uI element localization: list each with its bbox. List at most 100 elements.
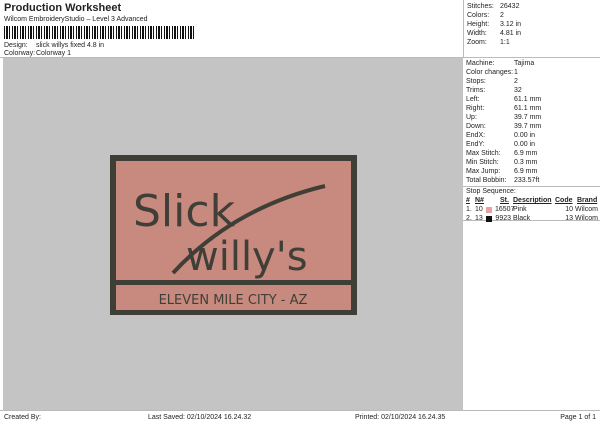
detail-key: Total Bobbin: [466,177,507,184]
col-header: # [466,197,470,204]
detail-row: Stops: 2 [466,78,518,87]
detail-value: 61.1 mm [514,105,542,112]
detail-row: Trims: 32 [466,87,522,96]
detail-key: Up: [466,114,477,121]
printed-date: Printed: 02/10/2024 16.24.35 [355,414,446,421]
embroidery-patch: Slick willy's ELEVEN MILE CITY - AZ [110,155,357,315]
colorway-label: Colorway: [4,50,36,57]
page-title: Production Worksheet [4,2,122,14]
thread-description: Black [513,215,531,222]
colorway-value: Colorway 1 [36,50,72,57]
col-header: Description [513,197,552,204]
design-value: slick willys fixed 4.8 in [36,42,105,49]
detail-key: Down: [466,123,486,130]
detail-row: Max Jump: 6.9 mm [466,168,537,177]
worksheet-header: Production Worksheet Wilcom EmbroiderySt… [0,0,463,58]
footer: Created By: Last Saved: 02/10/2024 16.24… [0,410,600,424]
detail-row: EndY: 0.00 in [466,141,535,150]
thread-code: 13 [565,215,573,222]
stop-sequence: Stop Sequence: # N# St. Description Code… [463,186,600,222]
col-header: Brand [577,197,598,204]
thread-brand: Wilcom [575,215,598,222]
created-by: Created By: [4,414,41,421]
detail-key: Max Jump: [466,168,501,175]
thread-code: 10 [565,206,573,213]
detail-key: EndY: [466,141,485,148]
patch-text-slick: Slick [133,186,236,237]
summary-row: Zoom: 1:1 [467,39,510,46]
detail-value: 39.7 mm [514,123,542,130]
summary-value: 1:1 [500,39,510,46]
detail-key: Machine: [466,60,495,67]
design-label: Design: [4,42,28,49]
patch-text-willys: willy's [186,234,308,280]
thread-description: Pink [513,206,527,213]
summary-key: Stitches: [467,3,494,10]
summary-value: 26432 [500,3,520,10]
design-preview: Slick willy's ELEVEN MILE CITY - AZ [3,58,463,410]
summary-value: 4.81 in [500,30,522,37]
software-name: Wilcom EmbroideryStudio – Level 3 Advanc… [4,16,148,23]
summary-row: Stitches: 26432 [467,3,519,10]
detail-value: 32 [514,87,522,94]
thread-brand: Wilcom [575,206,598,213]
detail-row: Down: 39.7 mm [466,123,541,132]
detail-row: Max Stitch: 6.9 mm [466,150,537,159]
summary-key: Zoom: [467,39,487,46]
detail-row: Left: 61.1 mm [466,96,541,105]
summary-key: Colors: [467,12,490,19]
detail-row: Machine: Tajima [466,60,534,69]
barcode [4,26,196,39]
col-header: N# [475,197,484,204]
detail-key: Stops: [466,78,486,85]
detail-key: Left: [466,96,480,103]
stitch-summary: Stitches: 26432 Colors: 2 Height: 3.12 in W… [463,0,600,58]
stop-index: 1. [466,206,472,213]
detail-value: 0.00 in [514,132,536,139]
detail-value: 2 [514,78,518,85]
detail-value: 6.9 mm [514,168,538,175]
stitch-count: 16507 [495,206,515,213]
detail-row: Right: 61.1 mm [466,105,541,114]
colorway-row: Colorway:Colorway 1 [4,50,71,57]
col-header: Code [555,197,573,204]
needle-number: 13 [475,215,483,222]
summary-value: 3.12 in [500,21,522,28]
last-saved: Last Saved: 02/10/2024 16.24.32 [148,414,252,421]
detail-row: Min Stitch: 0.3 mm [466,159,537,168]
col-header: St. [500,197,509,204]
detail-value: 0.3 mm [514,159,538,166]
patch-text-location: ELEVEN MILE CITY - AZ [159,293,308,308]
detail-key: Trims: [466,87,486,94]
detail-value: 39.7 mm [514,114,542,121]
summary-row: Colors: 2 [467,12,504,19]
summary-key: Width: [467,30,487,37]
needle-number: 10 [475,206,483,213]
detail-value: 61.1 mm [514,96,542,103]
stop-sequence-label: Stop Sequence: [466,188,516,195]
color-swatch [486,207,492,213]
stitch-count: 9923 [495,215,511,222]
design-row: Design: slick willys fixed 4.8 in [4,42,104,49]
stop-index: 2. [466,215,472,222]
detail-value: 1 [514,69,518,76]
machine-details: Machine: Tajima Color changes:1 Stops: 2 Trim… [463,58,600,410]
detail-key: Min Stitch: [466,159,499,166]
detail-value: 6.9 mm [514,150,538,157]
detail-key: Color changes: [466,69,514,76]
detail-row: Color changes:1 [466,69,518,78]
detail-value: 0.00 in [514,141,536,148]
detail-key: Right: [466,105,485,112]
detail-value: Tajima [514,60,535,67]
detail-value: 233.57ft [514,177,540,184]
summary-row: Height: 3.12 in [467,21,521,28]
summary-value: 2 [500,12,504,19]
detail-key: EndX: [466,132,486,139]
color-swatch [486,216,492,222]
detail-row: EndX: 0.00 in [466,132,535,141]
page-number: Page 1 of 1 [560,414,596,421]
detail-row: Up: 39.7 mm [466,114,541,123]
summary-row: Width: 4.81 in [467,30,521,37]
detail-key: Max Stitch: [466,150,501,157]
detail-row: Total Bobbin: 233.57ft [466,177,539,186]
